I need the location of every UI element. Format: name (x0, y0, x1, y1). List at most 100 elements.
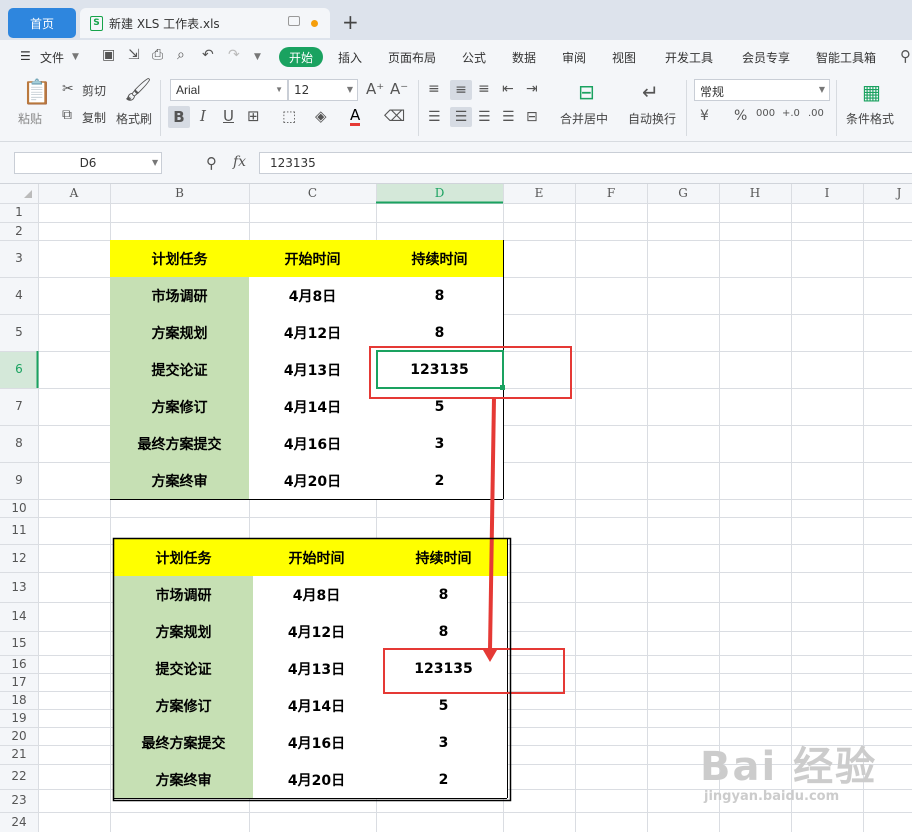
row-header-12[interactable]: 12 (0, 544, 38, 572)
table2-header-cell[interactable]: 计划任务 (114, 539, 253, 576)
redo-icon[interactable]: ↷ (228, 47, 240, 63)
table1-cell[interactable]: 5 (376, 388, 503, 425)
hamburger-icon[interactable]: ☰ (20, 49, 31, 63)
column-header-f[interactable]: F (575, 184, 647, 203)
undo-icon[interactable]: ↶ (202, 47, 214, 63)
align-center-icon[interactable]: ☰ (450, 107, 472, 127)
table1-header-cell[interactable]: 计划任务 (110, 240, 249, 277)
border-icon[interactable]: ⊞ (247, 109, 260, 124)
table1-cell[interactable]: 4月16日 (249, 425, 376, 462)
copy-button[interactable]: 复制 (82, 109, 106, 126)
font-color-icon[interactable]: A (350, 108, 361, 126)
column-header-d[interactable]: D (376, 184, 503, 203)
tab-document[interactable]: S 新建 XLS 工作表.xls (80, 8, 330, 38)
table2-cell[interactable]: 方案规划 (114, 613, 253, 650)
distribute-icon[interactable]: ⊟ (526, 110, 538, 124)
table2-cell[interactable]: 4月16日 (253, 724, 380, 761)
table2-cell[interactable]: 3 (380, 724, 507, 761)
column-header-c[interactable]: C (249, 184, 376, 203)
new-tab-button[interactable]: + (342, 10, 359, 34)
table2-cell[interactable]: 8 (380, 576, 507, 613)
table1-cell[interactable]: 4月12日 (249, 314, 376, 351)
menu-insert[interactable]: 插入 (338, 49, 362, 66)
print-preview-icon[interactable]: ⌕ (177, 47, 185, 63)
row-header-9[interactable]: 9 (0, 462, 38, 499)
row-header-7[interactable]: 7 (0, 388, 38, 425)
row-header-21[interactable]: 21 (0, 745, 38, 764)
table1-cell[interactable]: 3 (376, 425, 503, 462)
menu-page-layout[interactable]: 页面布局 (388, 49, 436, 66)
row-header-14[interactable]: 14 (0, 602, 38, 631)
table2-cell[interactable]: 8 (380, 613, 507, 650)
column-header-h[interactable]: H (719, 184, 791, 203)
cut-button[interactable]: 剪切 (82, 82, 106, 99)
number-format-select[interactable]: 常规 ▼ (694, 79, 830, 101)
row-header-20[interactable]: 20 (0, 727, 38, 745)
export-icon[interactable]: ⇲ (128, 47, 140, 63)
indent-decrease-icon[interactable]: ⇤ (502, 82, 514, 96)
search-icon[interactable]: ⚲ (900, 47, 911, 65)
conditional-format-icon[interactable]: ▦ (862, 82, 881, 102)
table2-cell[interactable]: 4月12日 (253, 613, 380, 650)
spreadsheet-grid[interactable]: ABCDEFGHIJ 1 2 3 4 5 6 7 8 9 10 11 12 13 14 15 16 17 18 19… (0, 184, 912, 832)
align-right-icon[interactable]: ☰ (478, 110, 491, 124)
table1-cell[interactable]: 4月13日 (249, 351, 376, 388)
paste-icon[interactable]: 📋 (22, 80, 52, 104)
row-header-5[interactable]: 5 (0, 314, 38, 351)
save-icon[interactable]: ▣ (102, 47, 115, 63)
column-header-g[interactable]: G (647, 184, 719, 203)
table1-cell[interactable]: 方案终审 (110, 462, 249, 499)
conditional-format-button[interactable]: 条件格式 (846, 110, 894, 127)
column-header-i[interactable]: I (791, 184, 863, 203)
clear-format-icon[interactable]: ⌫ (384, 109, 405, 124)
table1-cell[interactable]: 123135 (376, 351, 503, 388)
row-header-18[interactable]: 18 (0, 691, 38, 709)
row-header-22[interactable]: 22 (0, 764, 38, 789)
menu-view[interactable]: 视图 (612, 49, 636, 66)
row-header-24[interactable]: 24 (0, 812, 38, 832)
menu-file[interactable]: 文件 (40, 49, 64, 66)
wrap-text-icon[interactable]: ↵ (642, 82, 659, 102)
format-painter-icon[interactable]: 🖌 (124, 80, 152, 102)
print-icon[interactable]: ⎙ (152, 47, 163, 63)
increase-decimal-icon[interactable]: +.0 (782, 109, 800, 119)
table2-cell[interactable]: 123135 (380, 650, 507, 687)
table1-cell[interactable]: 提交论证 (110, 351, 249, 388)
format-painter-label[interactable]: 格式刷 (116, 110, 152, 127)
menu-data[interactable]: 数据 (512, 49, 536, 66)
fill-pattern-icon[interactable]: ⬚ (282, 109, 296, 124)
table2-header-cell[interactable]: 开始时间 (253, 539, 380, 576)
formula-input[interactable]: 123135 (259, 152, 912, 174)
table2-cell[interactable]: 方案修订 (114, 687, 253, 724)
row-header-15[interactable]: 15 (0, 631, 38, 655)
bold-icon[interactable]: B (168, 106, 190, 128)
select-all-corner[interactable] (24, 190, 32, 198)
thousands-icon[interactable]: 000 (756, 109, 775, 119)
row-header-10[interactable]: 10 (0, 499, 38, 517)
more-chevron-icon[interactable]: ▼ (254, 52, 261, 62)
fx-icon[interactable]: fx (233, 154, 246, 170)
table1-cell[interactable]: 方案修订 (110, 388, 249, 425)
chevron-down-icon[interactable]: ▼ (72, 52, 79, 62)
row-header-6[interactable]: 6 (0, 351, 38, 388)
row-header-16[interactable]: 16 (0, 655, 38, 673)
menu-smart-tools[interactable]: 智能工具箱 (816, 49, 876, 66)
column-header-a[interactable]: A (38, 184, 110, 203)
table2-cell[interactable]: 4月14日 (253, 687, 380, 724)
table1-cell[interactable]: 8 (376, 277, 503, 314)
italic-icon[interactable]: I (200, 109, 206, 124)
indent-increase-icon[interactable]: ⇥ (526, 82, 538, 96)
menu-member[interactable]: 会员专享 (742, 49, 790, 66)
row-header-1[interactable]: 1 (0, 203, 38, 222)
table2-cell[interactable]: 最终方案提交 (114, 724, 253, 761)
menu-formulas[interactable]: 公式 (462, 49, 486, 66)
column-header-j[interactable]: J (863, 184, 912, 203)
row-header-11[interactable]: 11 (0, 517, 38, 544)
row-header-17[interactable]: 17 (0, 673, 38, 691)
increase-font-icon[interactable]: A⁺ (366, 82, 384, 97)
menu-review[interactable]: 审阅 (562, 49, 586, 66)
percent-icon[interactable]: % (734, 109, 747, 123)
row-header-2[interactable]: 2 (0, 222, 38, 240)
table1-cell[interactable]: 最终方案提交 (110, 425, 249, 462)
table2-cell[interactable]: 4月8日 (253, 576, 380, 613)
